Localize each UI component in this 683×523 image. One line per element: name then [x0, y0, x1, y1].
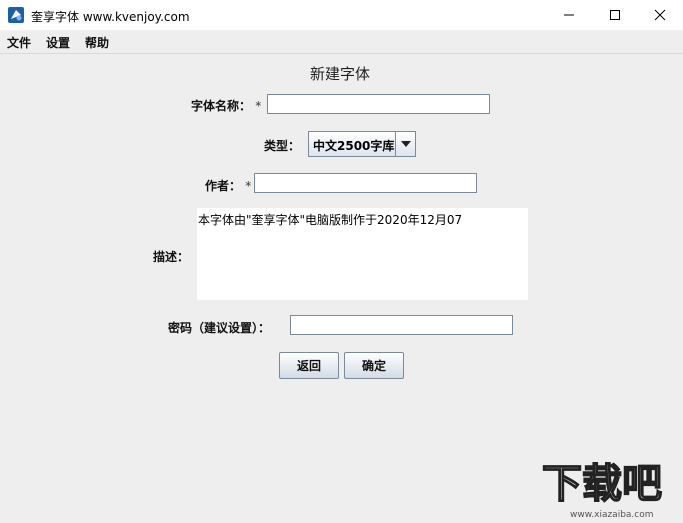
watermark-logo: 下载吧 www.xiazaiba.com	[540, 455, 680, 520]
type-label: 类型：	[264, 139, 301, 153]
description-label: 描述：	[153, 250, 190, 264]
back-button[interactable]: 返回	[279, 352, 339, 379]
maximize-icon	[610, 10, 620, 20]
menu-bar: 文件 设置 帮助	[0, 31, 683, 54]
chevron-down-icon	[400, 141, 411, 147]
required-mark: *	[255, 99, 262, 113]
minimize-button[interactable]	[546, 0, 592, 30]
close-icon	[654, 9, 666, 21]
dropdown-arrow-button[interactable]	[395, 132, 415, 156]
watermark-url: www.xiazaiba.com	[570, 510, 654, 520]
watermark-brand: 下载吧	[542, 461, 662, 507]
type-select[interactable]: 中文2500字库	[308, 131, 416, 157]
title-bar: 奎享字体 www.kvenjoy.com	[0, 0, 683, 31]
required-mark: *	[245, 179, 252, 193]
menu-help[interactable]: 帮助	[85, 34, 109, 51]
app-logo-icon	[8, 7, 24, 23]
minimize-icon	[564, 14, 574, 16]
author-input[interactable]	[254, 173, 477, 193]
description-textarea[interactable]: 本字体由"奎享字体"电脑版制作于2020年12月07	[197, 208, 528, 300]
menu-file[interactable]: 文件	[7, 34, 31, 51]
font-name-input[interactable]	[267, 94, 490, 114]
font-name-label-text: 字体名称：	[191, 99, 252, 113]
ok-button[interactable]: 确定	[344, 352, 404, 379]
font-name-label: 字体名称： *	[191, 97, 261, 114]
window-title: 奎享字体 www.kvenjoy.com	[31, 10, 190, 24]
password-label: 密码（建议设置）：	[168, 321, 271, 335]
menu-settings[interactable]: 设置	[46, 34, 70, 51]
author-label: 作者： *	[205, 177, 251, 194]
type-select-value: 中文2500字库	[313, 139, 395, 153]
password-input[interactable]	[290, 315, 513, 335]
author-label-text: 作者：	[205, 179, 242, 193]
close-button[interactable]	[637, 0, 683, 30]
maximize-button[interactable]	[592, 0, 638, 30]
form-title: 新建字体	[309, 65, 370, 83]
